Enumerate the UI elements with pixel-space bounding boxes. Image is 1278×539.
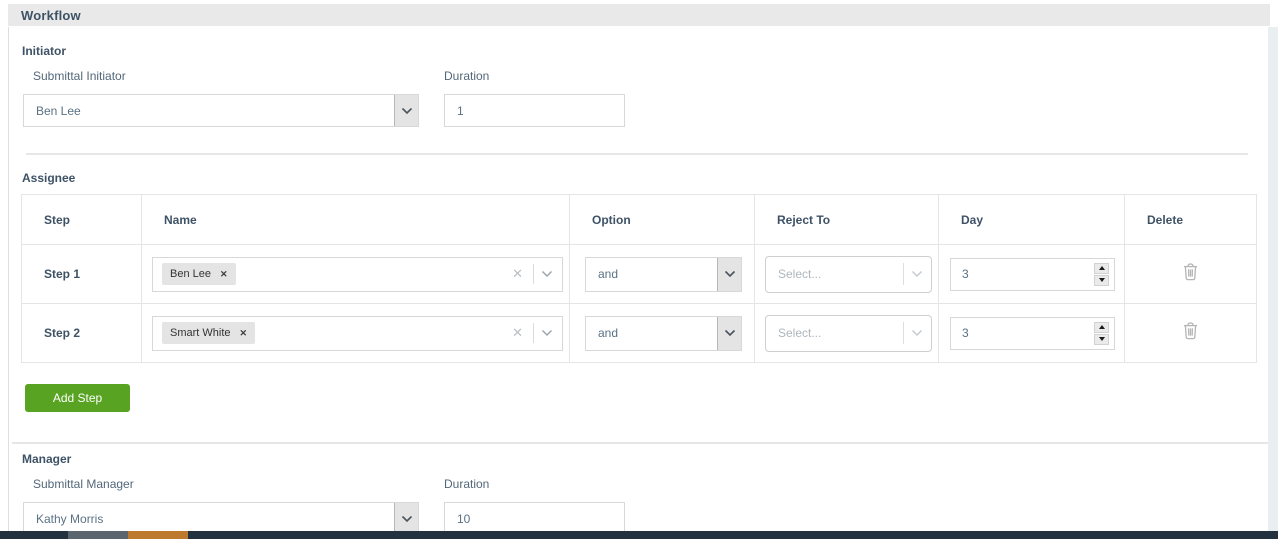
option-select[interactable]: and	[585, 315, 742, 351]
option-value: and	[598, 326, 619, 340]
footer-orange-segment	[128, 531, 188, 539]
col-name: Name	[141, 194, 570, 245]
col-day: Day	[938, 194, 1125, 245]
initiator-field-row: Ben Lee	[23, 94, 1268, 127]
trash-icon	[1184, 263, 1197, 281]
chevron-down-icon[interactable]	[541, 329, 553, 337]
selected-tag: Smart White ✕	[162, 322, 256, 344]
submittal-initiator-label: Submittal Initiator	[33, 69, 126, 83]
col-option: Option	[569, 194, 755, 245]
table-row: Step 2 Smart White ✕ ✕ and Select... 3	[21, 303, 1257, 363]
day-input[interactable]: 3	[950, 257, 1115, 291]
selected-tag: Ben Lee ✕	[162, 263, 236, 285]
option-select[interactable]: and	[585, 256, 742, 292]
submittal-manager-value: Kathy Morris	[36, 511, 104, 526]
tag-remove-icon[interactable]: ✕	[240, 328, 248, 339]
assignee-table: Step Name Option Reject To Day Delete St…	[21, 194, 1257, 363]
spinner-down-icon[interactable]	[1094, 333, 1109, 345]
tag-label: Ben Lee	[170, 268, 211, 280]
assignee-heading: Assignee	[22, 171, 76, 185]
number-spinner	[1094, 321, 1109, 345]
divider	[903, 322, 904, 344]
assignee-header-row: Step Name Option Reject To Day Delete	[21, 194, 1257, 245]
manager-heading: Manager	[22, 452, 72, 466]
name-multiselect[interactable]: Smart White ✕ ✕	[152, 315, 563, 351]
chevron-down-icon[interactable]	[541, 270, 553, 278]
tag-remove-icon[interactable]: ✕	[220, 269, 228, 280]
col-delete: Delete	[1124, 194, 1257, 245]
right-rail	[1268, 27, 1278, 531]
chevron-down-icon[interactable]	[717, 257, 741, 291]
option-value: and	[598, 267, 619, 281]
submittal-initiator-select[interactable]: Ben Lee	[23, 94, 419, 127]
day-input[interactable]: 3	[950, 316, 1115, 350]
workflow-header: Workflow	[8, 4, 1270, 26]
tag-label: Smart White	[170, 327, 231, 339]
chevron-down-icon[interactable]	[394, 95, 418, 126]
reject-to-placeholder: Select...	[778, 267, 822, 281]
spinner-down-icon[interactable]	[1094, 274, 1109, 286]
initiator-duration-label: Duration	[444, 69, 490, 83]
delete-step-button[interactable]	[1182, 262, 1199, 281]
col-step: Step	[21, 194, 142, 245]
initiator-heading: Initiator	[22, 44, 66, 58]
footer-gray-segment	[68, 531, 128, 539]
manager-duration-label: Duration	[444, 477, 490, 491]
clear-icon[interactable]: ✕	[509, 266, 526, 282]
divider	[903, 263, 904, 285]
clear-icon[interactable]: ✕	[509, 325, 526, 341]
page-title: Workflow	[21, 7, 81, 23]
chevron-down-icon[interactable]	[717, 316, 741, 350]
divider	[533, 264, 534, 284]
submittal-manager-label: Submittal Manager	[33, 477, 134, 491]
step-label: Step 1	[21, 244, 142, 304]
initiator-duration-input[interactable]	[444, 94, 625, 127]
day-value: 3	[962, 267, 969, 281]
name-multiselect[interactable]: Ben Lee ✕ ✕	[152, 256, 563, 292]
reject-to-select[interactable]: Select...	[765, 314, 932, 352]
day-value: 3	[962, 326, 969, 340]
reject-to-select[interactable]: Select...	[765, 255, 932, 293]
section-divider	[12, 442, 1268, 444]
step-label: Step 2	[21, 303, 142, 363]
submittal-initiator-value: Ben Lee	[36, 103, 81, 118]
initiator-label-row: Submittal Initiator Duration	[23, 67, 1268, 85]
trash-icon	[1184, 322, 1197, 340]
table-row: Step 1 Ben Lee ✕ ✕ and Select... 3	[21, 244, 1257, 304]
manager-label-row: Submittal Manager Duration	[23, 475, 1268, 493]
spinner-up-icon[interactable]	[1094, 262, 1109, 274]
chevron-down-icon[interactable]	[394, 503, 418, 534]
chevron-down-icon[interactable]	[911, 270, 923, 278]
col-reject-to: Reject To	[754, 194, 939, 245]
divider	[533, 323, 534, 343]
number-spinner	[1094, 262, 1109, 286]
footer-bar	[0, 531, 1278, 539]
workflow-panel: Initiator Submittal Initiator Duration B…	[8, 27, 1268, 535]
delete-step-button[interactable]	[1182, 321, 1199, 340]
reject-to-placeholder: Select...	[778, 326, 822, 340]
spinner-up-icon[interactable]	[1094, 321, 1109, 333]
section-divider	[26, 153, 1248, 155]
chevron-down-icon[interactable]	[911, 329, 923, 337]
add-step-button[interactable]: Add Step	[25, 384, 130, 412]
